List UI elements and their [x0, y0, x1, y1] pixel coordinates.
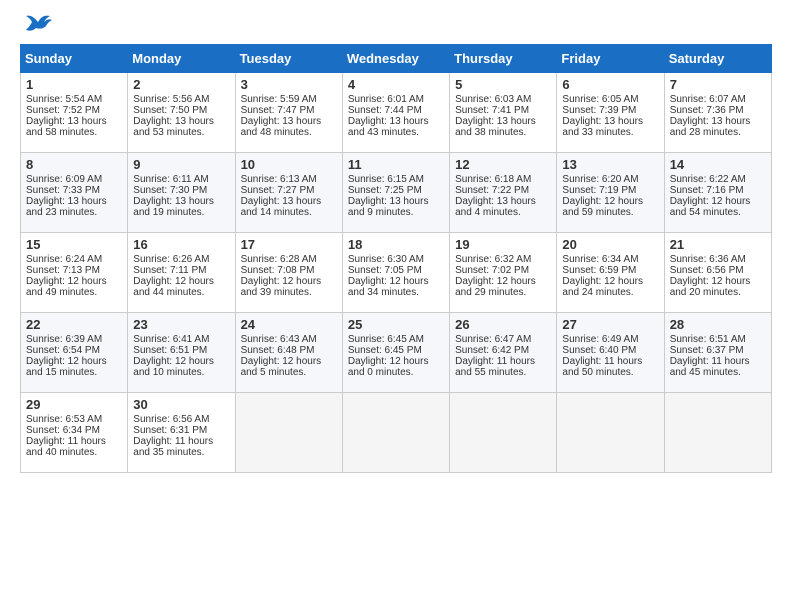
calendar-cell: 16Sunrise: 6:26 AMSunset: 7:11 PMDayligh… — [128, 233, 235, 313]
day-number: 19 — [455, 237, 551, 252]
calendar-cell: 15Sunrise: 6:24 AMSunset: 7:13 PMDayligh… — [21, 233, 128, 313]
day-number: 3 — [241, 77, 337, 92]
calendar-cell: 22Sunrise: 6:39 AMSunset: 6:54 PMDayligh… — [21, 313, 128, 393]
calendar-table: SundayMondayTuesdayWednesdayThursdayFrid… — [20, 44, 772, 473]
calendar-cell — [450, 393, 557, 473]
day-number: 27 — [562, 317, 658, 332]
week-row-2: 8Sunrise: 6:09 AMSunset: 7:33 PMDaylight… — [21, 153, 772, 233]
calendar-cell — [664, 393, 771, 473]
day-number: 28 — [670, 317, 766, 332]
day-number: 16 — [133, 237, 229, 252]
calendar-cell: 13Sunrise: 6:20 AMSunset: 7:19 PMDayligh… — [557, 153, 664, 233]
day-number: 25 — [348, 317, 444, 332]
day-number: 7 — [670, 77, 766, 92]
calendar-cell: 17Sunrise: 6:28 AMSunset: 7:08 PMDayligh… — [235, 233, 342, 313]
calendar-cell: 12Sunrise: 6:18 AMSunset: 7:22 PMDayligh… — [450, 153, 557, 233]
col-header-sunday: Sunday — [21, 45, 128, 73]
day-number: 20 — [562, 237, 658, 252]
calendar-cell: 14Sunrise: 6:22 AMSunset: 7:16 PMDayligh… — [664, 153, 771, 233]
day-number: 26 — [455, 317, 551, 332]
week-row-4: 22Sunrise: 6:39 AMSunset: 6:54 PMDayligh… — [21, 313, 772, 393]
calendar-cell: 20Sunrise: 6:34 AMSunset: 6:59 PMDayligh… — [557, 233, 664, 313]
calendar-cell: 3Sunrise: 5:59 AMSunset: 7:47 PMDaylight… — [235, 73, 342, 153]
calendar-cell: 30Sunrise: 6:56 AMSunset: 6:31 PMDayligh… — [128, 393, 235, 473]
calendar-cell — [342, 393, 449, 473]
calendar-cell: 21Sunrise: 6:36 AMSunset: 6:56 PMDayligh… — [664, 233, 771, 313]
day-number: 4 — [348, 77, 444, 92]
day-number: 9 — [133, 157, 229, 172]
day-number: 29 — [26, 397, 122, 412]
calendar-cell: 2Sunrise: 5:56 AMSunset: 7:50 PMDaylight… — [128, 73, 235, 153]
calendar-cell: 27Sunrise: 6:49 AMSunset: 6:40 PMDayligh… — [557, 313, 664, 393]
calendar-cell — [557, 393, 664, 473]
calendar-cell — [235, 393, 342, 473]
calendar-cell: 5Sunrise: 6:03 AMSunset: 7:41 PMDaylight… — [450, 73, 557, 153]
day-number: 10 — [241, 157, 337, 172]
logo-bird-icon — [22, 12, 54, 34]
week-row-1: 1Sunrise: 5:54 AMSunset: 7:52 PMDaylight… — [21, 73, 772, 153]
day-number: 22 — [26, 317, 122, 332]
day-number: 14 — [670, 157, 766, 172]
page-header — [20, 20, 772, 34]
calendar-cell: 25Sunrise: 6:45 AMSunset: 6:45 PMDayligh… — [342, 313, 449, 393]
calendar-cell: 10Sunrise: 6:13 AMSunset: 7:27 PMDayligh… — [235, 153, 342, 233]
day-number: 18 — [348, 237, 444, 252]
col-header-tuesday: Tuesday — [235, 45, 342, 73]
col-header-saturday: Saturday — [664, 45, 771, 73]
calendar-cell: 23Sunrise: 6:41 AMSunset: 6:51 PMDayligh… — [128, 313, 235, 393]
day-number: 11 — [348, 157, 444, 172]
calendar-cell: 8Sunrise: 6:09 AMSunset: 7:33 PMDaylight… — [21, 153, 128, 233]
calendar-cell: 26Sunrise: 6:47 AMSunset: 6:42 PMDayligh… — [450, 313, 557, 393]
day-number: 24 — [241, 317, 337, 332]
day-number: 15 — [26, 237, 122, 252]
calendar-cell: 18Sunrise: 6:30 AMSunset: 7:05 PMDayligh… — [342, 233, 449, 313]
calendar-cell: 24Sunrise: 6:43 AMSunset: 6:48 PMDayligh… — [235, 313, 342, 393]
calendar-cell: 6Sunrise: 6:05 AMSunset: 7:39 PMDaylight… — [557, 73, 664, 153]
calendar-cell: 9Sunrise: 6:11 AMSunset: 7:30 PMDaylight… — [128, 153, 235, 233]
calendar-cell: 19Sunrise: 6:32 AMSunset: 7:02 PMDayligh… — [450, 233, 557, 313]
week-row-3: 15Sunrise: 6:24 AMSunset: 7:13 PMDayligh… — [21, 233, 772, 313]
day-number: 30 — [133, 397, 229, 412]
day-number: 12 — [455, 157, 551, 172]
day-number: 13 — [562, 157, 658, 172]
calendar-cell: 7Sunrise: 6:07 AMSunset: 7:36 PMDaylight… — [664, 73, 771, 153]
logo — [20, 20, 54, 34]
col-header-wednesday: Wednesday — [342, 45, 449, 73]
day-number: 21 — [670, 237, 766, 252]
day-number: 17 — [241, 237, 337, 252]
calendar-cell: 1Sunrise: 5:54 AMSunset: 7:52 PMDaylight… — [21, 73, 128, 153]
calendar-cell: 11Sunrise: 6:15 AMSunset: 7:25 PMDayligh… — [342, 153, 449, 233]
calendar-cell: 28Sunrise: 6:51 AMSunset: 6:37 PMDayligh… — [664, 313, 771, 393]
day-number: 5 — [455, 77, 551, 92]
day-number: 1 — [26, 77, 122, 92]
day-number: 8 — [26, 157, 122, 172]
col-header-thursday: Thursday — [450, 45, 557, 73]
col-header-friday: Friday — [557, 45, 664, 73]
col-header-monday: Monday — [128, 45, 235, 73]
calendar-cell: 29Sunrise: 6:53 AMSunset: 6:34 PMDayligh… — [21, 393, 128, 473]
day-number: 6 — [562, 77, 658, 92]
calendar-cell: 4Sunrise: 6:01 AMSunset: 7:44 PMDaylight… — [342, 73, 449, 153]
week-row-5: 29Sunrise: 6:53 AMSunset: 6:34 PMDayligh… — [21, 393, 772, 473]
day-number: 23 — [133, 317, 229, 332]
day-number: 2 — [133, 77, 229, 92]
